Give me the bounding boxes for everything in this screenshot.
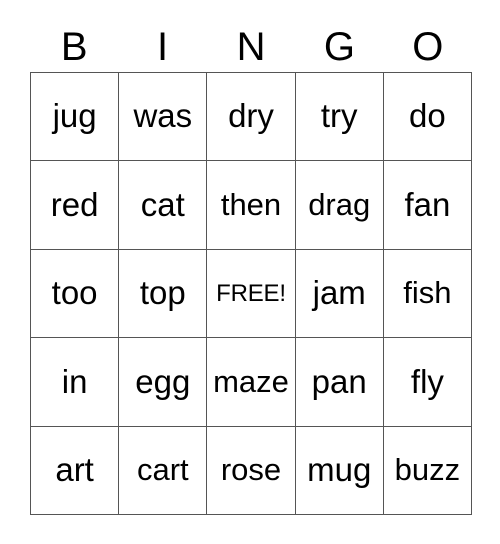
- bingo-cell[interactable]: mug: [295, 426, 384, 516]
- bingo-cell-label: red: [50, 185, 99, 223]
- bingo-cell-label: fly: [410, 362, 444, 400]
- bingo-free-space-cell[interactable]: FREE!: [207, 249, 296, 339]
- bingo-cell-label: cart: [136, 452, 189, 488]
- bingo-cell[interactable]: do: [383, 73, 473, 162]
- header-letter-b: B: [60, 25, 88, 69]
- bingo-cell-label: fan: [404, 185, 451, 223]
- header-letter-g: G: [323, 25, 355, 69]
- bingo-cell[interactable]: drag: [295, 161, 384, 250]
- bingo-cell[interactable]: egg: [119, 338, 208, 427]
- bingo-cell-label: pan: [311, 362, 367, 400]
- bingo-cell[interactable]: too: [31, 249, 120, 339]
- bingo-grid: jug was dry try do red cat then drag fan…: [30, 72, 473, 516]
- bingo-cell-label: jam: [312, 274, 366, 312]
- bingo-cell-label: jug: [52, 97, 97, 135]
- bingo-cell[interactable]: jam: [295, 249, 384, 339]
- bingo-cell-label: egg: [135, 362, 191, 400]
- bingo-cell-label: mug: [307, 451, 372, 488]
- bingo-cell-label: drag: [308, 186, 371, 222]
- bingo-cell[interactable]: cat: [119, 161, 208, 250]
- bingo-cell-label: then: [220, 186, 282, 222]
- bingo-cell[interactable]: rose: [207, 426, 296, 516]
- bingo-cell[interactable]: dry: [207, 73, 296, 162]
- bingo-cell-label: fish: [403, 275, 452, 311]
- header-letter-o: O: [412, 25, 444, 69]
- bingo-cell-label: maze: [213, 363, 289, 399]
- bingo-cell[interactable]: red: [31, 161, 120, 250]
- bingo-cell-label: in: [61, 362, 88, 400]
- bingo-cell-label: try: [320, 97, 358, 135]
- bingo-cell[interactable]: top: [119, 249, 208, 339]
- bingo-cell-label: art: [55, 451, 94, 488]
- bingo-cell[interactable]: try: [295, 73, 384, 162]
- header-letter-i: I: [157, 25, 169, 69]
- bingo-cell-label: rose: [220, 452, 282, 488]
- bingo-cell[interactable]: in: [31, 338, 120, 427]
- bingo-cell-label: do: [409, 97, 446, 135]
- bingo-header: B I N G O: [30, 22, 472, 72]
- header-letter-n: N: [236, 25, 266, 69]
- bingo-cell-label: buzz: [394, 452, 461, 488]
- bingo-card: B I N G O jug was dry try do red cat the…: [0, 0, 500, 544]
- bingo-row: red cat then drag fan: [31, 161, 473, 250]
- bingo-cell[interactable]: fish: [383, 249, 473, 339]
- bingo-cell[interactable]: cart: [119, 426, 208, 516]
- bingo-cell-label: dry: [228, 97, 274, 135]
- bingo-cell[interactable]: was: [119, 73, 208, 162]
- bingo-cell[interactable]: jug: [31, 73, 120, 162]
- bingo-cell-label: cat: [140, 185, 185, 223]
- bingo-cell[interactable]: fly: [383, 338, 473, 427]
- bingo-cell-label: top: [139, 274, 186, 312]
- bingo-row: too top FREE! jam fish: [31, 249, 473, 339]
- bingo-cell-label: was: [133, 97, 193, 135]
- bingo-cell[interactable]: fan: [383, 161, 473, 250]
- bingo-cell[interactable]: art: [31, 426, 120, 516]
- bingo-cell[interactable]: buzz: [383, 426, 473, 516]
- bingo-cell[interactable]: maze: [207, 338, 296, 427]
- bingo-cell-label: too: [51, 274, 98, 312]
- bingo-cell[interactable]: pan: [295, 338, 384, 427]
- bingo-row: art cart rose mug buzz: [31, 426, 473, 516]
- bingo-cell[interactable]: then: [207, 161, 296, 250]
- bingo-row: jug was dry try do: [31, 73, 473, 162]
- bingo-row: in egg maze pan fly: [31, 338, 473, 427]
- bingo-free-space-label: FREE!: [216, 279, 286, 307]
